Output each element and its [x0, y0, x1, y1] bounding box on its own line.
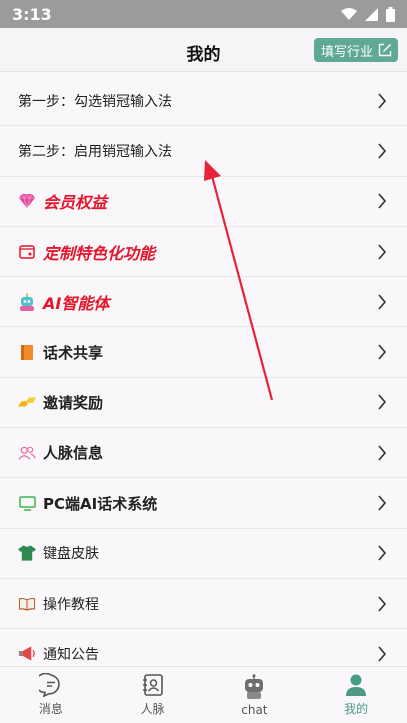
page-header: 我的 填写行业	[0, 28, 407, 72]
menu-item-label: 定制特色化功能	[43, 243, 156, 263]
tab-label: chat	[241, 702, 268, 717]
tab-contacts[interactable]: 人脉	[102, 667, 204, 723]
tab-label: 我的	[344, 702, 369, 716]
chevron-right-icon	[378, 244, 387, 260]
menu-item-ai-agent[interactable]: AI智能体	[0, 277, 407, 328]
bottom-tab-bar: 消息 人脉 chat 我的	[0, 666, 407, 723]
fill-industry-button[interactable]: 填写行业	[313, 38, 398, 62]
wallet-icon	[18, 243, 36, 261]
menu-list: 第一步：勾选销冠输入法 第二步：启用销冠输入法 会员权益 定制特色化功能 AI智…	[0, 76, 407, 680]
monitor-icon	[18, 494, 36, 512]
book-icon	[18, 343, 36, 361]
menu-item-label: 第二步：启用销冠输入法	[18, 143, 172, 160]
menu-item-keyboard-skin[interactable]: 键盘皮肤	[0, 529, 407, 579]
chevron-right-icon	[378, 545, 387, 561]
menu-item-pc-ai-system[interactable]: PC端AI话术系统	[0, 478, 407, 529]
open-book-icon	[18, 595, 36, 613]
menu-item-label: 邀请奖励	[43, 393, 104, 412]
chevron-right-icon	[378, 596, 387, 612]
chat-bubble-icon	[38, 673, 60, 697]
menu-item-step-two[interactable]: 第二步：启用销冠输入法	[0, 126, 407, 177]
status-bar: 3:13	[0, 0, 407, 28]
contacts-icon	[142, 674, 163, 696]
gold-bars-icon	[18, 393, 36, 411]
menu-item-script-share[interactable]: 话术共享	[0, 327, 407, 378]
status-time: 3:13	[12, 4, 52, 24]
people-icon	[18, 444, 36, 462]
fill-industry-label: 填写行业	[320, 44, 373, 60]
menu-item-contacts-info[interactable]: 人脉信息	[0, 428, 407, 479]
menu-item-tutorial[interactable]: 操作教程	[0, 579, 407, 630]
menu-item-label: 键盘皮肤	[43, 546, 99, 563]
menu-item-membership[interactable]: 会员权益	[0, 177, 407, 227]
battery-icon	[386, 6, 395, 22]
chevron-right-icon	[378, 495, 387, 511]
menu-item-label: 操作教程	[43, 596, 99, 613]
tshirt-icon	[18, 544, 36, 562]
chevron-right-icon	[378, 294, 387, 310]
menu-item-label: PC端AI话术系统	[43, 494, 158, 513]
person-icon	[346, 674, 367, 696]
menu-item-label: 话术共享	[43, 343, 104, 362]
tab-messages[interactable]: 消息	[0, 667, 102, 723]
menu-item-invite-reward[interactable]: 邀请奖励	[0, 378, 407, 429]
chevron-right-icon	[378, 143, 387, 159]
diamond-icon	[18, 192, 36, 210]
tab-label: 人脉	[140, 702, 165, 716]
menu-item-label: 通知公告	[43, 646, 99, 663]
status-icons	[341, 6, 395, 22]
tab-label: 消息	[38, 702, 63, 716]
chevron-right-icon	[378, 193, 387, 209]
robot-icon	[18, 293, 36, 311]
chevron-right-icon	[378, 93, 387, 109]
menu-item-label: 第一步：勾选销冠输入法	[18, 93, 172, 110]
wifi-icon	[341, 7, 357, 20]
megaphone-icon	[18, 645, 36, 663]
tab-mine[interactable]: 我的	[305, 667, 407, 723]
chevron-right-icon	[378, 344, 387, 360]
menu-item-label: 会员权益	[43, 193, 108, 213]
menu-item-step-one[interactable]: 第一步：勾选销冠输入法	[0, 76, 407, 127]
chevron-right-icon	[378, 394, 387, 410]
chevron-right-icon	[378, 646, 387, 662]
menu-item-custom-features[interactable]: 定制特色化功能	[0, 227, 407, 278]
menu-item-label: 人脉信息	[43, 444, 104, 463]
chevron-right-icon	[378, 445, 387, 461]
edit-icon	[378, 43, 392, 57]
tab-chat[interactable]: chat	[204, 667, 306, 723]
signal-icon	[365, 7, 378, 21]
robot-icon	[245, 673, 264, 699]
menu-item-label: AI智能体	[43, 293, 110, 313]
